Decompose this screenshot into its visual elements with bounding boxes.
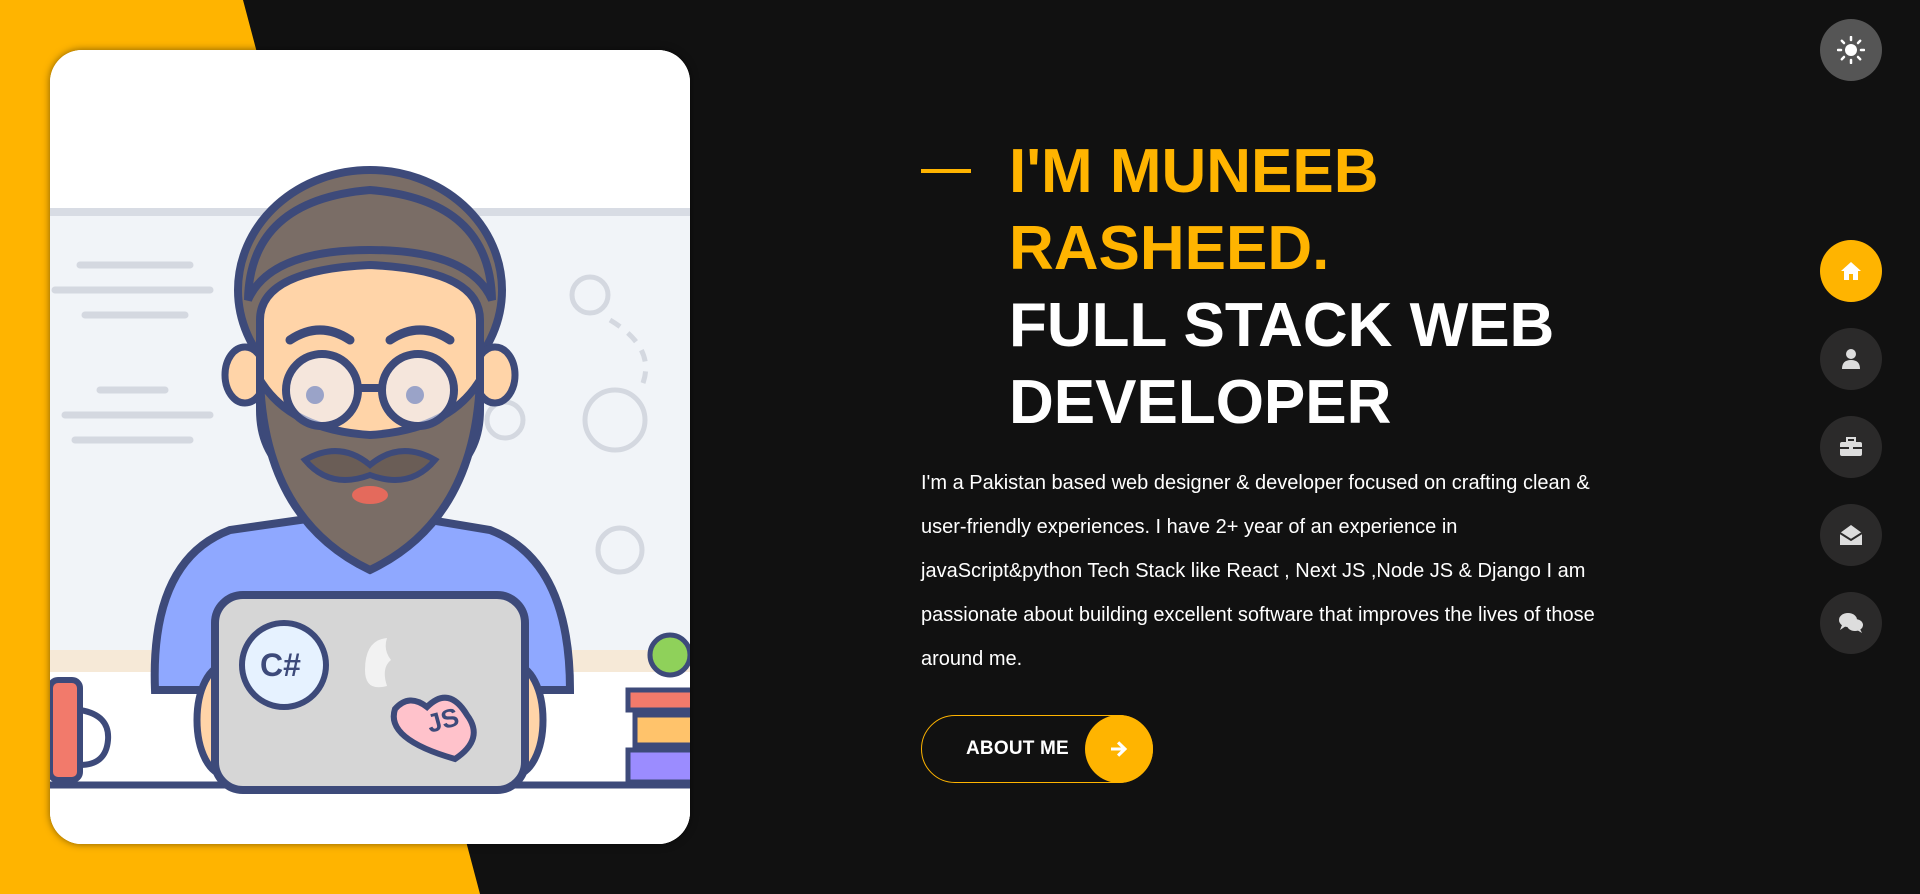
hero-role: FULL STACK WEB DEVELOPER xyxy=(1009,291,1555,437)
csharp-badge-label: C# xyxy=(260,647,301,683)
nav-blog-button[interactable] xyxy=(1820,592,1882,654)
side-navigation xyxy=(1820,240,1882,680)
comments-icon xyxy=(1839,613,1863,633)
nav-home-button[interactable] xyxy=(1820,240,1882,302)
hero-name: I'M MUNEEB RASHEED. xyxy=(1009,137,1379,283)
hero-heading-block: I'M MUNEEB RASHEED. FULL STACK WEB DEVEL… xyxy=(921,133,1621,441)
sun-icon xyxy=(1837,36,1865,64)
about-me-label: ABOUT ME xyxy=(966,738,1069,759)
nav-about-button[interactable] xyxy=(1820,328,1882,390)
title-accent-line xyxy=(921,169,971,173)
home-icon xyxy=(1841,262,1861,280)
profile-photo: C# JS xyxy=(50,50,690,844)
theme-toggle-button[interactable] xyxy=(1820,19,1882,81)
nav-portfolio-button[interactable] xyxy=(1820,416,1882,478)
arrow-right-icon xyxy=(1085,715,1153,783)
envelope-open-icon xyxy=(1839,525,1863,545)
user-icon xyxy=(1842,349,1860,369)
hero-intro-text: I'm a Pakistan based web designer & deve… xyxy=(921,472,1595,670)
page-title: I'M MUNEEB RASHEED. FULL STACK WEB DEVEL… xyxy=(1009,133,1621,441)
nav-contact-button[interactable] xyxy=(1820,504,1882,566)
about-me-button[interactable]: ABOUT ME xyxy=(921,715,1153,783)
briefcase-icon xyxy=(1840,437,1862,456)
developer-illustration xyxy=(50,50,690,844)
